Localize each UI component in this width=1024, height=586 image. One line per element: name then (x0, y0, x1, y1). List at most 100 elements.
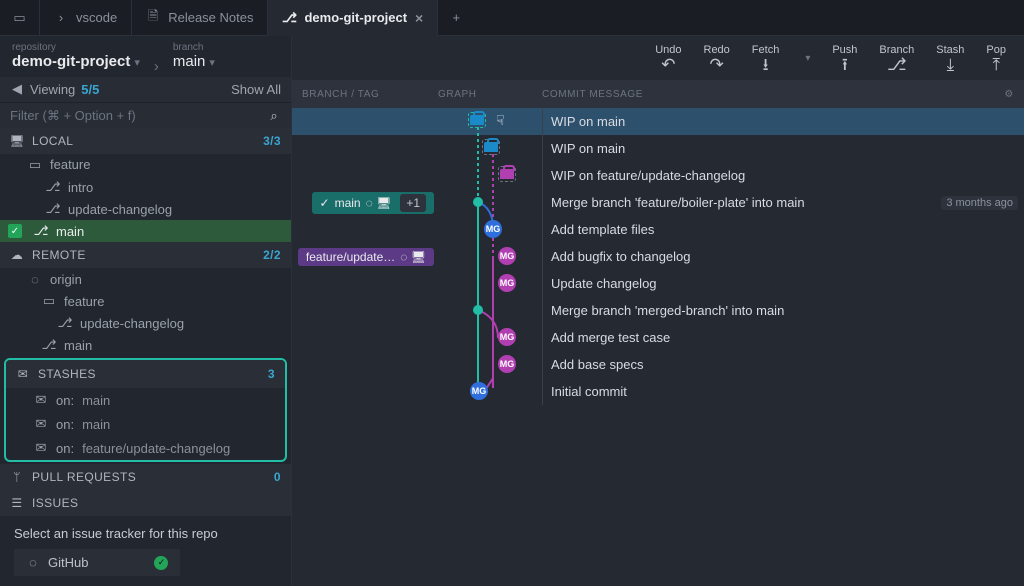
branch-label: branch (173, 42, 215, 53)
folder-icon: ▭ (42, 293, 56, 309)
avatar: MG (498, 274, 516, 292)
toolbar: Undo↶ Redo↷ Fetch⭳ ▾ Push⭱ Branch⎇ Stash… (292, 36, 1024, 80)
cloud-icon: ☁ (10, 248, 24, 262)
inbox-icon: ✉ (34, 416, 48, 432)
show-all-button[interactable]: Show All (231, 82, 281, 97)
branch-name: main (173, 53, 206, 70)
github-icon: ◌ (28, 272, 42, 287)
tree-label: update-changelog (68, 202, 172, 217)
pop-button[interactable]: Pop⤒ (986, 44, 1006, 73)
stash-item[interactable]: ✉ on: main (6, 412, 285, 436)
tab-folder[interactable]: ▭ (0, 0, 40, 36)
commit-age: 3 months ago (941, 196, 1018, 210)
stash-ref: main (82, 417, 110, 432)
commit-message: Add base specs (551, 357, 644, 372)
repo-selector[interactable]: repository demo-git-project▾ (12, 42, 140, 70)
tree-item-main[interactable]: ✓ ⎇ main (0, 220, 291, 242)
commit-row[interactable]: WIP on main (292, 135, 1024, 162)
tree-label: feature (64, 294, 104, 309)
filter-input[interactable] (10, 108, 267, 123)
commit-row[interactable]: ✓ main ◌ 🖥+1 Merge branch 'feature/boile… (292, 189, 1024, 216)
new-tab-button[interactable]: + (438, 10, 474, 25)
tree-label: update-changelog (80, 316, 184, 331)
section-issues[interactable]: ☰ ISSUES (0, 490, 291, 516)
pr-icon: ᛘ (10, 470, 24, 484)
stash-icon (498, 166, 516, 182)
section-local[interactable]: 🖥 LOCAL 3/3 (0, 128, 291, 154)
search-icon[interactable]: ⌕ (267, 108, 281, 124)
inbox-icon: ✉ (34, 440, 48, 456)
push-button[interactable]: Push⭱ (832, 44, 857, 73)
tree-label: feature (50, 157, 90, 172)
commit-row[interactable]: Merge branch 'merged-branch' into main (292, 297, 1024, 324)
fetch-button[interactable]: Fetch⭳ (752, 44, 780, 73)
tree-item-remote-update-changelog[interactable]: ⎇ update-changelog (0, 312, 291, 334)
download-icon: ⭳ (763, 56, 769, 73)
commit-message: WIP on feature/update-changelog (551, 168, 745, 183)
commit-list: ☟ WIP on main WIP on main WIP on feature… (292, 108, 1024, 586)
tree-item-intro[interactable]: ⎇ intro (0, 176, 291, 198)
branch-pill-main[interactable]: ✓ main ◌ 🖥+1 (312, 192, 434, 214)
commit-row[interactable]: MG Add merge test case (292, 324, 1024, 351)
undo-button[interactable]: Undo↶ (655, 44, 681, 73)
section-pull-requests[interactable]: ᛘ PULL REQUESTS 0 (0, 464, 291, 490)
tree-item-remote-feature[interactable]: ▭ feature (0, 290, 291, 312)
stash-icon (482, 139, 500, 155)
stash-item[interactable]: ✉ on: main (6, 388, 285, 412)
repo-header: repository demo-git-project▾ › branch ma… (0, 36, 291, 77)
section-remote[interactable]: ☁ REMOTE 2/2 (0, 242, 291, 268)
tree-label: main (64, 338, 92, 353)
close-icon[interactable]: × (415, 10, 423, 26)
commit-row[interactable]: MG Add base specs (292, 351, 1024, 378)
back-icon[interactable]: ◀ (10, 81, 24, 97)
column-headers: BRANCH / TAG GRAPH COMMIT MESSAGE ⚙ (292, 80, 1024, 108)
tree-item-feature[interactable]: ▭ feature (0, 154, 291, 176)
tree-item-update-changelog[interactable]: ⎇ update-changelog (0, 198, 291, 220)
redo-button[interactable]: Redo↷ (704, 44, 730, 73)
commit-row[interactable]: MG Initial commit (292, 378, 1024, 405)
section-stashes[interactable]: ✉ STASHES 3 (6, 360, 285, 388)
tree-item-origin[interactable]: ◌ origin (0, 268, 291, 290)
col-branch: BRANCH / TAG (292, 89, 438, 100)
commit-row[interactable]: feature/update… ◌ 🖥 MG Add bugfix to cha… (292, 243, 1024, 270)
viewing-count: 5/5 (81, 82, 99, 97)
section-count: 3/3 (263, 134, 281, 148)
avatar: MG (498, 355, 516, 373)
section-count: 0 (274, 470, 281, 484)
tab-project[interactable]: ⎇ demo-git-project × (268, 0, 438, 36)
stashes-highlight: ✉ STASHES 3 ✉ on: main ✉ on: main ✉ on: … (4, 358, 287, 462)
branch-selector[interactable]: branch main▾ (173, 42, 215, 70)
pop-icon: ⤒ (992, 56, 1000, 73)
stash-icon: ⤓ (947, 56, 955, 73)
github-tracker-button[interactable]: ◌ GitHub ✓ (14, 549, 180, 576)
stash-button[interactable]: Stash⤓ (936, 44, 964, 73)
commit-row[interactable]: WIP on feature/update-changelog (292, 162, 1024, 189)
chevron-right-icon: › (154, 58, 159, 77)
branch-icon: ⎇ (46, 201, 60, 217)
commit-row[interactable]: ☟ WIP on main (292, 108, 1024, 135)
section-count: 2/2 (263, 248, 281, 262)
folder-icon: ▭ (13, 10, 25, 26)
branch-icon: ⎇ (282, 10, 296, 26)
branch-button[interactable]: Branch⎇ (879, 44, 914, 73)
tree-item-remote-main[interactable]: ⎇ main (0, 334, 291, 356)
tab-release-notes[interactable]: 🗎 Release Notes (132, 0, 268, 36)
tab-bar: ▭ › vscode 🗎 Release Notes ⎇ demo-git-pr… (0, 0, 1024, 36)
cursor-icon: ☟ (496, 112, 505, 129)
gear-icon[interactable]: ⚙ (1004, 89, 1014, 100)
commit-message: Initial commit (551, 384, 627, 399)
col-graph: GRAPH (438, 89, 542, 100)
tab-label: vscode (76, 10, 117, 25)
stash-item[interactable]: ✉ on: feature/update-changelog (6, 436, 285, 460)
tab-vscode[interactable]: › vscode (40, 0, 132, 36)
branch-pill-feature[interactable]: feature/update… ◌ 🖥 (298, 248, 434, 266)
tree-label: intro (68, 180, 93, 195)
stash-on: on: (56, 393, 74, 408)
commit-row[interactable]: MG Update changelog (292, 270, 1024, 297)
stash-on: on: (56, 441, 74, 456)
undo-icon: ↶ (661, 56, 675, 73)
chevron-down-icon: ▾ (134, 57, 140, 69)
chevron-down-icon[interactable]: ▾ (805, 53, 810, 64)
commit-row[interactable]: MG Add template files (292, 216, 1024, 243)
github-label: GitHub (48, 555, 88, 570)
